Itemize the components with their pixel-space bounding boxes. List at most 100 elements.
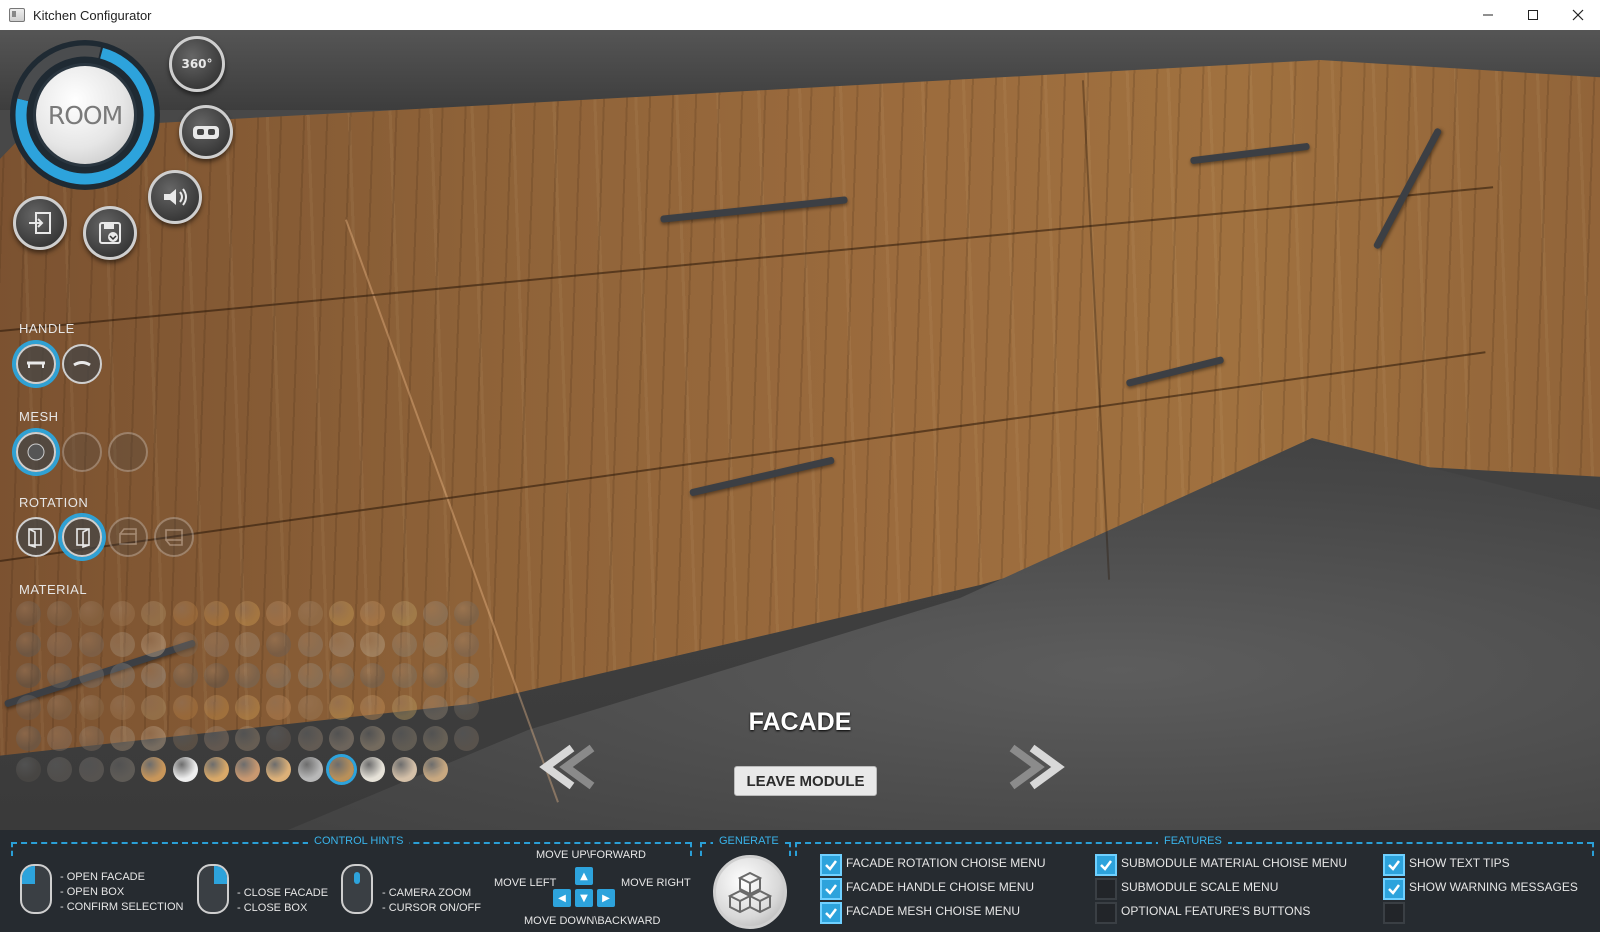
material-swatch[interactable] [329, 725, 354, 751]
material-swatch[interactable] [47, 725, 73, 751]
rotation-option-2[interactable] [62, 517, 102, 557]
material-swatch[interactable] [391, 694, 417, 720]
mouse-left-click-icon [20, 864, 52, 914]
feature-checkbox[interactable] [1095, 878, 1117, 900]
door-open-down-icon [165, 529, 183, 546]
rotation-option-3[interactable] [108, 517, 148, 557]
material-swatch[interactable] [360, 725, 386, 751]
feature-checkbox[interactable] [1383, 878, 1405, 900]
material-swatch[interactable] [203, 632, 229, 658]
material-swatch[interactable] [329, 757, 354, 782]
save-icon [99, 222, 121, 244]
arrow-left-key-icon: ◀ [553, 889, 571, 907]
left-click-hint: - OPEN FACADE - OPEN BOX - CONFIRM SELEC… [60, 871, 184, 913]
material-swatch[interactable] [16, 725, 41, 751]
feature-checkbox[interactable] [1383, 854, 1405, 876]
material-swatch[interactable] [329, 694, 354, 720]
material-swatch[interactable] [360, 694, 386, 720]
minimize-button[interactable] [1465, 0, 1510, 30]
material-swatch[interactable] [109, 694, 135, 720]
next-module-arrow[interactable] [990, 742, 1070, 792]
feature-label: FACADE ROTATION CHOISE MENU [846, 856, 1046, 870]
material-swatch[interactable] [235, 725, 261, 751]
view-360-button[interactable]: 360° [169, 36, 225, 92]
material-swatch[interactable] [297, 601, 323, 626]
material-swatch[interactable] [422, 632, 448, 658]
material-swatch[interactable] [297, 694, 323, 720]
material-swatch[interactable] [16, 694, 41, 720]
material-swatch[interactable] [454, 694, 480, 720]
material-swatch[interactable] [78, 694, 104, 720]
material-swatch[interactable] [391, 663, 417, 689]
material-swatch[interactable] [297, 757, 323, 782]
handle-option-1[interactable] [16, 344, 56, 384]
material-swatch[interactable] [422, 601, 448, 626]
material-swatch[interactable] [109, 757, 135, 782]
feature-checkbox[interactable] [1383, 902, 1405, 924]
sound-button[interactable] [148, 170, 202, 224]
material-swatch[interactable] [391, 725, 417, 751]
room-button[interactable]: ROOM [36, 66, 134, 164]
handle-option-2[interactable] [62, 344, 102, 384]
rotation-option-1[interactable] [16, 517, 56, 557]
material-swatch[interactable] [422, 757, 448, 782]
material-swatch[interactable] [78, 601, 104, 626]
feature-checkbox[interactable] [820, 902, 842, 924]
material-swatch[interactable] [109, 632, 135, 658]
rotation-option-4[interactable] [154, 517, 194, 557]
material-swatch[interactable] [266, 694, 292, 720]
previous-module-arrow[interactable] [534, 742, 614, 792]
maximize-button[interactable] [1510, 0, 1555, 30]
material-swatch[interactable] [203, 694, 229, 720]
material-swatch[interactable] [16, 757, 41, 782]
material-swatch[interactable] [172, 694, 198, 720]
material-swatch[interactable] [235, 757, 261, 782]
material-swatch[interactable] [141, 694, 167, 720]
material-swatch[interactable] [141, 725, 167, 751]
material-swatch[interactable] [391, 632, 417, 658]
mesh-option-2[interactable] [62, 432, 102, 472]
material-swatch[interactable] [78, 757, 104, 782]
material-swatch[interactable] [78, 632, 104, 658]
mesh-option-1[interactable] [16, 432, 56, 472]
exit-button[interactable] [13, 196, 67, 250]
material-swatch[interactable] [203, 725, 229, 751]
material-swatch[interactable] [422, 694, 448, 720]
material-swatch[interactable] [235, 601, 261, 626]
feature-checkbox[interactable] [820, 878, 842, 900]
material-swatch[interactable] [78, 725, 104, 751]
material-swatch[interactable] [329, 601, 354, 626]
material-swatch[interactable] [235, 694, 261, 720]
material-swatch[interactable] [297, 663, 323, 689]
generate-button[interactable] [713, 855, 787, 929]
material-swatch[interactable] [172, 601, 198, 626]
leave-module-button[interactable]: LEAVE MODULE [734, 766, 877, 796]
handle-shape-icon [73, 361, 91, 367]
material-swatch[interactable] [47, 694, 73, 720]
material-swatch[interactable] [172, 757, 198, 782]
material-swatch[interactable] [172, 663, 198, 689]
feature-checkbox[interactable] [820, 854, 842, 876]
minimize-icon [1482, 14, 1493, 16]
feature-checkbox[interactable] [1095, 854, 1117, 876]
material-swatch[interactable] [203, 601, 229, 626]
material-swatch[interactable] [391, 601, 417, 626]
material-swatch[interactable] [297, 725, 323, 751]
vr-button[interactable] [179, 105, 233, 159]
material-swatch[interactable] [391, 757, 417, 782]
material-swatch[interactable] [297, 632, 323, 658]
border-tick [700, 842, 702, 856]
material-swatch[interactable] [172, 632, 198, 658]
material-swatch[interactable] [16, 601, 41, 626]
material-swatch[interactable] [78, 663, 104, 689]
material-swatch[interactable] [109, 725, 135, 751]
save-button[interactable] [83, 206, 137, 260]
material-swatch[interactable] [172, 725, 198, 751]
close-button[interactable] [1555, 0, 1600, 30]
material-swatch[interactable] [422, 725, 448, 751]
feature-checkbox[interactable] [1095, 902, 1117, 924]
material-swatch[interactable] [109, 601, 135, 626]
material-swatch[interactable] [454, 725, 480, 751]
mesh-option-3[interactable] [108, 432, 148, 472]
material-swatch[interactable] [203, 757, 229, 782]
